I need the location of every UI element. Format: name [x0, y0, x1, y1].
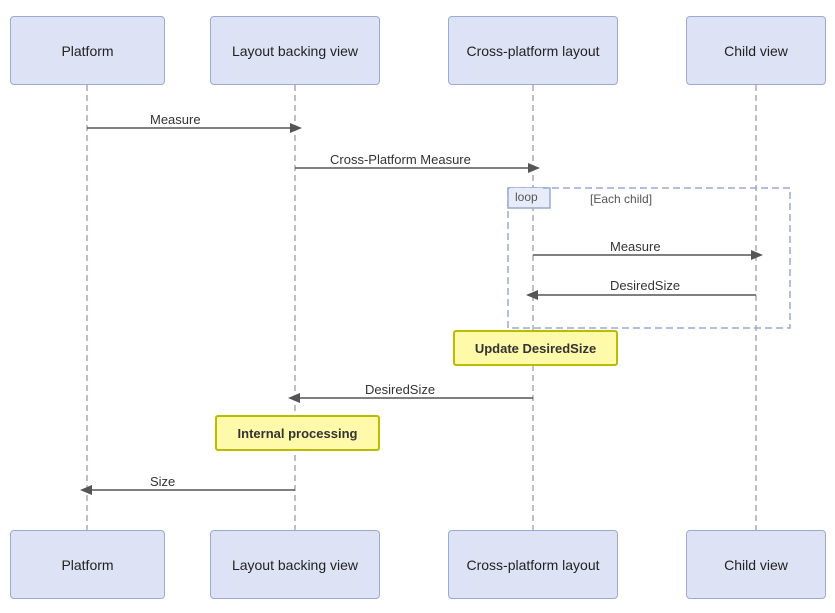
actor-platform-bottom: Platform [10, 530, 165, 599]
label-desired-size-child: DesiredSize [610, 278, 680, 293]
loop-label: loop [510, 188, 543, 206]
action-update-desired: Update DesiredSize [453, 330, 618, 366]
label-desired-size-layout: DesiredSize [365, 382, 435, 397]
actor-layout-backing-top: Layout backing view [210, 16, 380, 85]
actor-cross-platform-bottom: Cross-platform layout [448, 530, 618, 599]
actor-cross-platform-top: Cross-platform layout [448, 16, 618, 85]
diagram-svg [0, 0, 835, 613]
sequence-diagram: Platform Layout backing view Cross-platf… [0, 0, 835, 613]
actor-child-view-bottom: Child view [686, 530, 826, 599]
actor-platform-top: Platform [10, 16, 165, 85]
label-measure1: Measure [150, 112, 201, 127]
label-cross-measure: Cross-Platform Measure [330, 152, 471, 167]
actor-layout-backing-bottom: Layout backing view [210, 530, 380, 599]
loop-condition: [Each child] [590, 192, 652, 206]
action-internal-processing: Internal processing [215, 415, 380, 451]
label-child-measure: Measure [610, 239, 661, 254]
label-size: Size [150, 474, 175, 489]
actor-child-view-top: Child view [686, 16, 826, 85]
